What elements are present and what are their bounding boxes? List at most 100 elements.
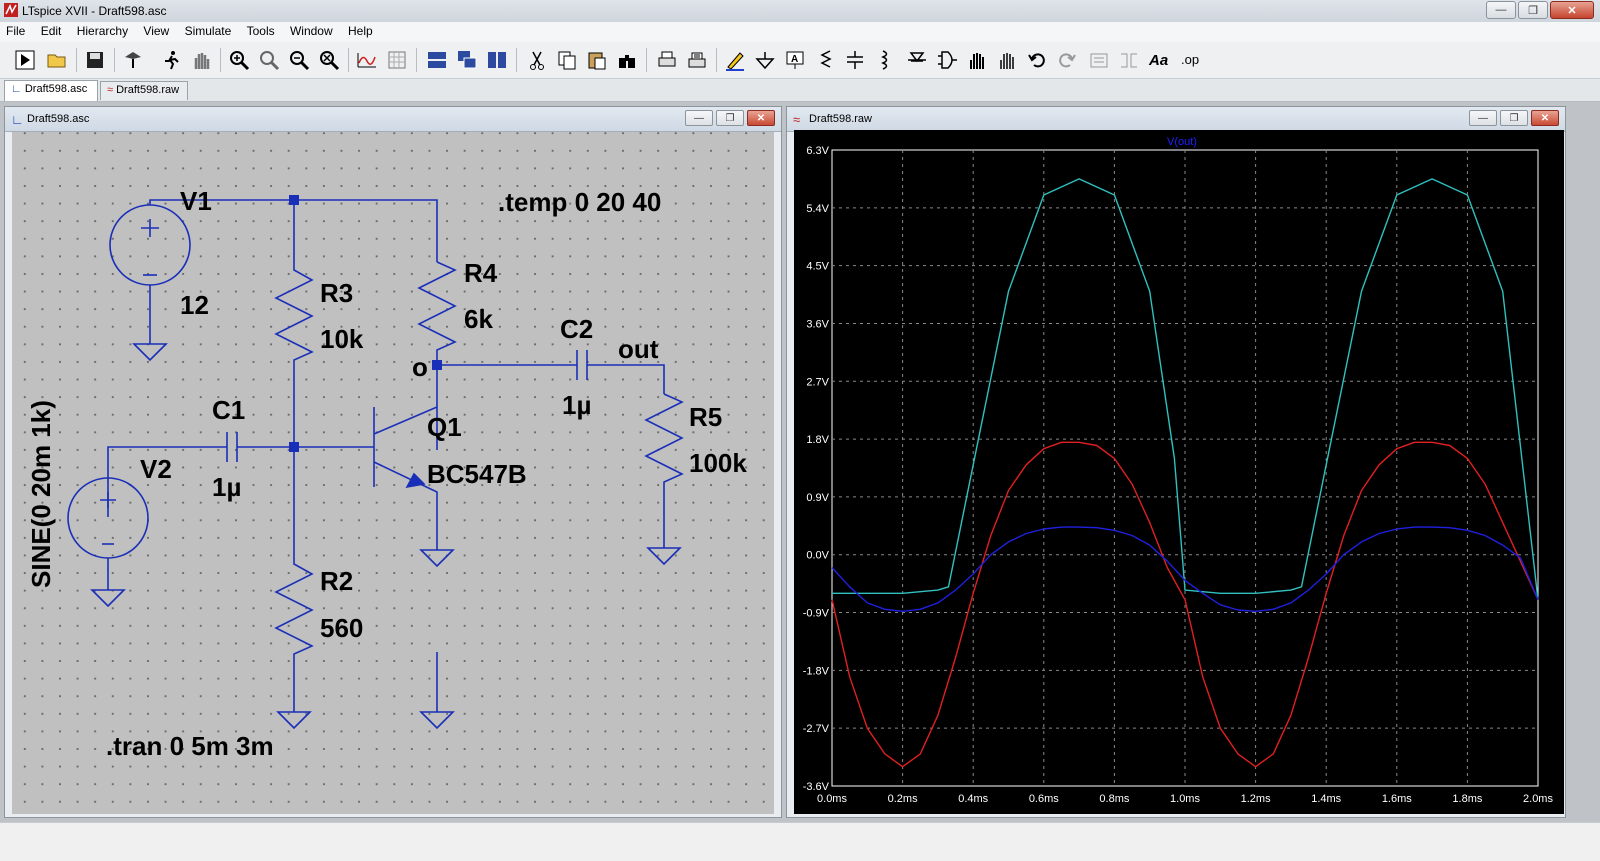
schematic-restore-button[interactable]: ❐ (716, 110, 744, 126)
text-icon[interactable]: Aa (1146, 47, 1172, 73)
print-setup-icon[interactable] (684, 47, 710, 73)
mirror-icon[interactable] (1116, 47, 1142, 73)
menu-tools[interactable]: Tools (241, 22, 281, 38)
open-icon[interactable] (44, 47, 70, 73)
label-net-icon[interactable]: A (782, 47, 808, 73)
r4-value[interactable]: 6k (464, 304, 493, 334)
menu-hierarchy[interactable]: Hierarchy (71, 22, 134, 38)
close-button[interactable]: ✕ (1550, 1, 1594, 19)
tran-directive[interactable]: .tran 0 5m 3m (106, 731, 274, 761)
status-bar (0, 822, 1600, 861)
control-panel-icon[interactable] (120, 47, 146, 73)
menu-view[interactable]: View (137, 22, 175, 38)
rotate-icon[interactable] (1086, 47, 1112, 73)
autorange-icon[interactable] (354, 47, 380, 73)
y-tick-label: 6.3V (806, 145, 829, 157)
waveform-close-button[interactable]: ✕ (1531, 110, 1559, 126)
halt-hand-icon[interactable] (188, 47, 214, 73)
x-tick-label: 1.0ms (1170, 793, 1200, 805)
cascade-icon[interactable] (454, 47, 480, 73)
waveform-restore-button[interactable]: ❐ (1500, 110, 1528, 126)
move-icon[interactable] (964, 47, 990, 73)
out-net-label[interactable]: out (618, 334, 659, 364)
trace-label-vout[interactable]: V(out) (1167, 136, 1197, 148)
c1-value[interactable]: 1µ (212, 472, 241, 502)
redo-icon[interactable] (1054, 47, 1080, 73)
restore-button[interactable]: ❐ (1518, 1, 1548, 19)
x-tick-label: 0.8ms (1099, 793, 1129, 805)
schematic-window-titlebar[interactable]: ∟ Draft598.asc — ❐ ✕ (5, 107, 781, 132)
v2-value[interactable]: SINE(0 20m 1k) (26, 400, 56, 588)
tab-schematic[interactable]: ∟ Draft598.asc (4, 80, 98, 101)
schematic-icon: ∟ (11, 112, 24, 127)
zoom-out-icon[interactable] (286, 47, 312, 73)
y-tick-label: -1.8V (803, 665, 830, 677)
paste-icon[interactable] (584, 47, 610, 73)
x-tick-label: 1.8ms (1452, 793, 1482, 805)
tile-icon[interactable] (484, 47, 510, 73)
y-tick-label: 0.9V (806, 492, 829, 504)
q1-value[interactable]: BC547B (427, 459, 527, 489)
menu-window[interactable]: Window (284, 22, 339, 38)
zoom-cancel-icon[interactable] (316, 47, 342, 73)
r3-resistor (274, 200, 314, 447)
waveform-icon: ≈ (107, 84, 114, 96)
v1-value[interactable]: 12 (180, 290, 209, 320)
drag-icon[interactable] (994, 47, 1020, 73)
waveform-minimize-button[interactable]: — (1469, 110, 1497, 126)
waveform-window-title: Draft598.raw (809, 113, 872, 125)
inductor-icon[interactable] (872, 47, 898, 73)
diode-icon[interactable] (904, 47, 930, 73)
schematic-minimize-button[interactable]: — (685, 110, 713, 126)
r5-resistor (644, 393, 684, 548)
waveform-chart[interactable]: V(out) 6.3V 5.4V 4.5V 3.6V 2.7V 1.8V 0.9V 0.0V -… (794, 130, 1564, 814)
menu-file[interactable]: File (0, 22, 31, 38)
document-tabbar: ∟ Draft598.asc ≈ Draft598.raw (0, 79, 1600, 102)
zoom-pan-icon[interactable] (256, 47, 282, 73)
cut-icon[interactable] (524, 47, 550, 73)
copy-icon[interactable] (554, 47, 580, 73)
r5-label[interactable]: R5 (689, 402, 722, 432)
x-tick-label: 0.2ms (888, 793, 918, 805)
spice-directive-icon[interactable]: .op (1178, 47, 1204, 73)
tab-waveform[interactable]: ≈ Draft598.raw (100, 81, 188, 100)
r3-label[interactable]: R3 (320, 278, 353, 308)
waveform-plot-area[interactable]: V(out) 6.3V 5.4V 4.5V 3.6V 2.7V 1.8V 0.9V 0.0V -… (794, 130, 1564, 814)
menu-edit[interactable]: Edit (35, 22, 68, 38)
temp-directive[interactable]: .temp 0 20 40 (498, 187, 661, 217)
print-icon[interactable] (654, 47, 680, 73)
r3-value[interactable]: 10k (320, 324, 364, 354)
menu-simulate[interactable]: Simulate (179, 22, 238, 38)
r4-label[interactable]: R4 (464, 258, 498, 288)
undo-icon[interactable] (1024, 47, 1050, 73)
schematic-close-button[interactable]: ✕ (747, 110, 775, 126)
v1-label[interactable]: V1 (180, 186, 212, 216)
c2-label[interactable]: C2 (560, 314, 593, 344)
o-net-label[interactable]: o (412, 352, 428, 382)
menu-help[interactable]: Help (342, 22, 379, 38)
run-man-icon[interactable] (158, 47, 184, 73)
run-icon[interactable] (12, 47, 38, 73)
save-icon[interactable] (82, 47, 108, 73)
component-icon[interactable] (934, 47, 960, 73)
schematic-canvas[interactable]: V1 12 R3 10k R4 6k C2 1µ out o C1 1µ Q1 … (12, 132, 774, 814)
capacitor-icon[interactable] (842, 47, 868, 73)
tile-horizontal-icon[interactable] (424, 47, 450, 73)
minimize-button[interactable]: — (1486, 1, 1516, 19)
resistor-icon[interactable] (812, 47, 838, 73)
r2-value[interactable]: 560 (320, 613, 363, 643)
zoom-in-icon[interactable] (226, 47, 252, 73)
find-icon[interactable] (614, 47, 640, 73)
draw-wire-icon[interactable] (722, 47, 748, 73)
r5-value[interactable]: 100k (689, 448, 747, 478)
v2-label[interactable]: V2 (140, 454, 172, 484)
grid-icon[interactable] (384, 47, 410, 73)
x-tick-label: 0.0ms (817, 793, 847, 805)
waveform-window-titlebar[interactable]: ≈ Draft598.raw — ❐ ✕ (787, 107, 1565, 132)
x-tick-label: 1.6ms (1382, 793, 1412, 805)
c2-value[interactable]: 1µ (562, 390, 591, 420)
ground-icon[interactable] (752, 47, 778, 73)
c1-label[interactable]: C1 (212, 395, 245, 425)
q1-label[interactable]: Q1 (427, 412, 462, 442)
r2-label[interactable]: R2 (320, 566, 353, 596)
